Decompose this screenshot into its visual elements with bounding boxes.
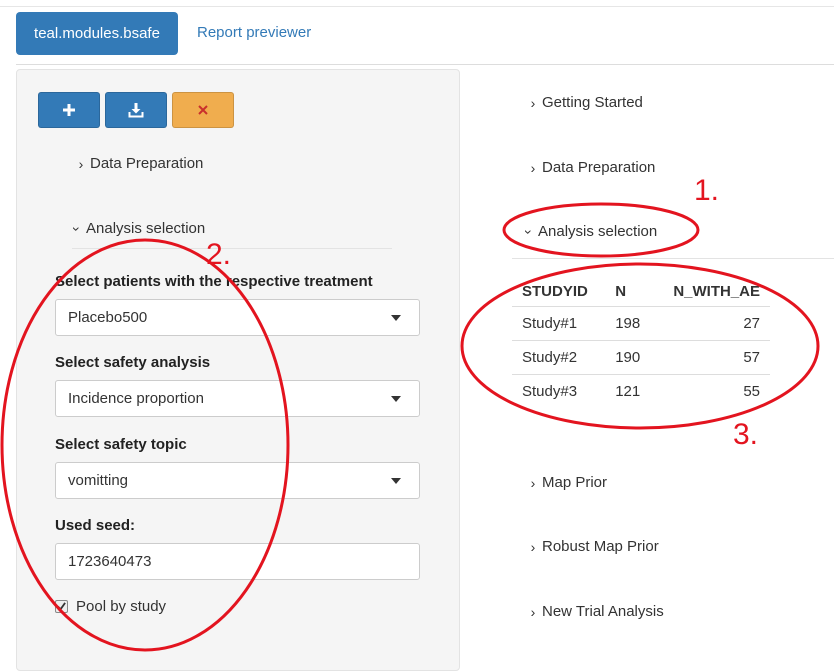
chevron-down-icon: ›	[69, 226, 85, 231]
annotation-label-three: 3.	[733, 418, 759, 451]
study-table: STUDYID N N_WITH_AE Study#1 198 27 Study…	[512, 277, 770, 408]
tabs-divider	[16, 64, 834, 65]
top-border	[0, 6, 834, 7]
table-row: Study#1 198 27	[512, 306, 770, 341]
caret-down-icon	[391, 396, 401, 402]
accordion-divider	[72, 248, 392, 249]
safety-topic-select-value: vomitting	[68, 472, 129, 489]
accordion-robust-map-prior[interactable]: › Robust Map Prior	[528, 538, 659, 555]
seed-label: Used seed:	[55, 517, 136, 534]
pool-by-study-label: Pool by study	[76, 598, 167, 615]
accordion-label: Robust Map Prior	[542, 538, 659, 555]
download-icon	[128, 103, 144, 118]
plus-icon	[63, 104, 75, 116]
tab-report-previewer[interactable]: Report previewer	[197, 24, 311, 41]
annotation-label-two: 2.	[206, 238, 232, 271]
table-cell: 55	[743, 383, 760, 400]
safety-topic-label: Select safety topic	[55, 436, 187, 453]
safety-topic-select[interactable]: vomitting	[55, 462, 420, 499]
accordion-label: Analysis selection	[86, 220, 206, 237]
accordion-data-preparation[interactable]: › Data Preparation	[528, 159, 656, 176]
table-cell: 27	[654, 306, 770, 341]
tab-teal-modules-bsafe[interactable]: teal.modules.bsafe	[16, 12, 178, 55]
caret-down-icon	[391, 315, 401, 321]
chevron-right-icon: ›	[530, 474, 536, 491]
safety-analysis-select[interactable]: Incidence proportion	[55, 380, 420, 417]
table-header-row: STUDYID N N_WITH_AE	[512, 277, 770, 307]
cancel-button[interactable]	[172, 92, 234, 128]
safety-analysis-label: Select safety analysis	[55, 354, 211, 371]
accordion-new-trial-analysis[interactable]: › New Trial Analysis	[528, 603, 664, 620]
table-cell: 121	[615, 383, 641, 400]
accordion-map-prior[interactable]: › Map Prior	[528, 474, 607, 491]
accordion-label: Map Prior	[542, 474, 608, 491]
accordion-label: Getting Started	[542, 94, 643, 111]
table-cell: Study#3	[522, 383, 578, 400]
safety-analysis-select-value: Incidence proportion	[68, 390, 204, 407]
download-button[interactable]	[105, 92, 167, 128]
accordion-analysis-selection[interactable]: › Analysis selection	[521, 223, 658, 240]
chevron-right-icon: ›	[530, 603, 536, 620]
add-button[interactable]	[38, 92, 100, 128]
column-header-studyid: STUDYID	[512, 277, 606, 307]
accordion-label: Analysis selection	[538, 223, 658, 240]
seed-input[interactable]: 1723640473	[55, 543, 420, 580]
table-cell: Study#2	[512, 340, 606, 375]
table-cell: 57	[654, 340, 770, 375]
seed-input-value: 1723640473	[68, 553, 152, 570]
checkmark-icon	[57, 602, 66, 611]
accordion-data-preparation[interactable]: › Data Preparation	[76, 155, 204, 172]
table-cell: Study#1	[512, 306, 606, 341]
table-cell: 190	[605, 340, 655, 375]
annotation-label-one: 1.	[694, 174, 720, 207]
column-header-n-with-ae: N_WITH_AE	[654, 277, 770, 307]
treatment-label: Select patients with the respective trea…	[55, 273, 373, 290]
column-header-n: N	[605, 277, 655, 307]
accordion-label: Data Preparation	[542, 159, 656, 176]
treatment-select-value: Placebo500	[68, 309, 148, 326]
treatment-select[interactable]: Placebo500	[55, 299, 420, 336]
caret-down-icon	[391, 478, 401, 484]
table-row: Study#3 121 55	[512, 375, 770, 409]
accordion-analysis-selection[interactable]: › Analysis selection	[69, 220, 206, 237]
chevron-right-icon: ›	[530, 159, 536, 176]
chevron-right-icon: ›	[530, 538, 536, 555]
chevron-down-icon: ›	[521, 229, 537, 234]
pool-by-study-checkbox[interactable]	[55, 600, 68, 613]
accordion-label: New Trial Analysis	[542, 603, 664, 620]
accordion-getting-started[interactable]: › Getting Started	[528, 94, 643, 111]
accordion-divider	[512, 258, 834, 259]
table-row: Study#2 190 57	[512, 340, 770, 375]
accordion-label: Data Preparation	[90, 155, 204, 172]
chevron-right-icon: ›	[530, 94, 536, 111]
pool-by-study-row[interactable]: Pool by study	[55, 598, 166, 615]
chevron-right-icon: ›	[78, 155, 84, 172]
close-icon	[198, 105, 208, 115]
table-cell: 198	[605, 306, 655, 341]
